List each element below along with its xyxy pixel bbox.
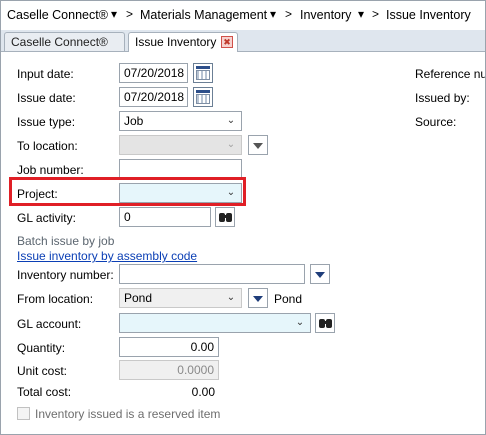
calendar-icon[interactable]: [193, 63, 213, 83]
tab-issue-inventory[interactable]: Issue Inventory ✖: [128, 32, 238, 52]
gl-account-select[interactable]: ⌄: [119, 313, 311, 333]
calendar-icon[interactable]: [193, 87, 213, 107]
tab-label: Issue Inventory: [135, 35, 217, 49]
unit-cost-field: 0.0000: [119, 360, 219, 380]
chevron-down-icon: ⌄: [226, 115, 236, 126]
inventory-number-label: Inventory number:: [17, 268, 114, 282]
reserved-item-label: Inventory issued is a reserved item: [35, 407, 221, 421]
breadcrumb-arrow-icon[interactable]: ▾: [111, 7, 117, 21]
to-location-lookup-button[interactable]: [248, 135, 268, 155]
tab-label: Caselle Connect®: [11, 35, 108, 49]
issue-type-value: Job: [124, 114, 144, 128]
close-icon[interactable]: ✖: [221, 36, 233, 48]
from-location-select[interactable]: Pond ⌄: [119, 288, 242, 308]
breadcrumb-inventory[interactable]: Inventory: [300, 8, 351, 22]
breadcrumb-arrow-icon[interactable]: ▾: [358, 7, 364, 21]
reserved-item-checkbox[interactable]: [17, 407, 30, 420]
inventory-number-field[interactable]: [119, 264, 305, 284]
reference-number-label: Reference nu: [415, 67, 485, 81]
to-location-label: To location:: [17, 139, 78, 153]
binoculars-icon[interactable]: [215, 207, 235, 227]
breadcrumb-home[interactable]: Caselle Connect®: [7, 8, 108, 22]
from-location-label: From location:: [17, 292, 94, 306]
job-number-field[interactable]: [119, 159, 242, 179]
gl-account-label: GL account:: [17, 317, 82, 331]
to-location-select[interactable]: ⌄: [119, 135, 242, 155]
breadcrumb-separator: >: [285, 7, 293, 21]
chevron-down-icon: ⌄: [226, 292, 236, 303]
issue-date-label: Issue date:: [17, 91, 76, 105]
breadcrumb-arrow-icon[interactable]: ▾: [270, 7, 276, 21]
breadcrumb-separator: >: [372, 7, 380, 21]
inventory-number-lookup-button[interactable]: [310, 264, 330, 284]
job-number-label: Job number:: [17, 163, 84, 177]
binoculars-icon[interactable]: [315, 313, 335, 333]
unit-cost-label: Unit cost:: [17, 364, 68, 378]
issue-type-label: Issue type:: [17, 115, 76, 129]
chevron-down-icon: ⌄: [295, 317, 305, 328]
triangle-down-icon: [315, 272, 325, 278]
tab-bar: Caselle Connect® Issue Inventory ✖: [1, 30, 485, 52]
from-location-value: Pond: [124, 291, 153, 305]
gl-activity-field[interactable]: 0: [119, 207, 211, 227]
input-date-field[interactable]: 07/20/2018: [119, 63, 188, 83]
source-label: Source:: [415, 115, 457, 129]
total-cost-label: Total cost:: [17, 385, 72, 399]
issue-type-select[interactable]: Job ⌄: [119, 111, 242, 131]
tab-caselle-connect[interactable]: Caselle Connect®: [4, 32, 125, 51]
total-cost-value: 0.00: [191, 385, 215, 399]
from-location-lookup-button[interactable]: [248, 288, 268, 308]
input-date-label: Input date:: [17, 67, 74, 81]
quantity-label: Quantity:: [17, 341, 66, 355]
project-highlight-box: [9, 177, 246, 206]
breadcrumb: Caselle Connect® ▾ > Materials Managemen…: [1, 1, 485, 30]
breadcrumb-materials-management[interactable]: Materials Management: [140, 8, 267, 22]
issue-date-field[interactable]: 07/20/2018: [119, 87, 188, 107]
triangle-down-icon: [253, 143, 263, 149]
from-location-description: Pond: [274, 292, 303, 306]
triangle-down-icon: [253, 296, 263, 302]
issue-by-assembly-link[interactable]: Issue inventory by assembly code: [17, 249, 197, 263]
batch-issue-heading: Batch issue by job: [17, 234, 115, 248]
quantity-field[interactable]: 0.00: [119, 337, 219, 357]
chevron-down-icon: ⌄: [226, 139, 236, 150]
breadcrumb-separator: >: [126, 7, 134, 21]
issued-by-label: Issued by:: [415, 91, 470, 105]
breadcrumb-issue-inventory[interactable]: Issue Inventory: [386, 8, 471, 22]
gl-activity-label: GL activity:: [17, 211, 76, 225]
